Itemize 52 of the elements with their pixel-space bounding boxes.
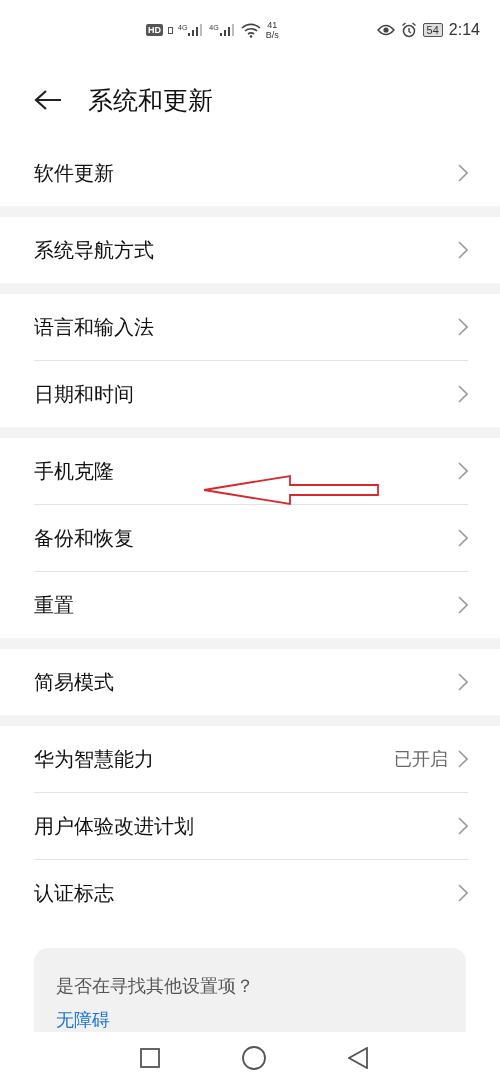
home-button[interactable] bbox=[242, 1046, 266, 1070]
clock: 2:14 bbox=[448, 21, 480, 39]
wifi-icon bbox=[240, 22, 261, 38]
settings-row[interactable]: 华为智慧能力 已开启 bbox=[34, 726, 468, 793]
chevron-icon bbox=[458, 673, 468, 691]
settings-row[interactable]: 备份和恢复 bbox=[34, 505, 468, 572]
accessibility-link[interactable]: 无障碍 bbox=[56, 1008, 110, 1032]
speed-value: 41 bbox=[267, 20, 278, 30]
chevron-icon bbox=[458, 884, 468, 902]
page-title: 系统和更新 bbox=[88, 84, 213, 117]
hint-question: 是否在寻找其他设置项？ bbox=[56, 974, 255, 998]
chevron-icon bbox=[458, 750, 468, 768]
row-label: 重置 bbox=[34, 591, 74, 619]
settings-row[interactable]: 认证标志 bbox=[34, 860, 468, 926]
recents-button[interactable] bbox=[140, 1048, 160, 1068]
row-label: 系统导航方式 bbox=[34, 236, 154, 264]
row-label: 语言和输入法 bbox=[34, 313, 154, 341]
chevron-icon bbox=[458, 318, 468, 336]
chevron-icon bbox=[458, 529, 468, 547]
settings-row[interactable]: 用户体验改进计划 bbox=[34, 793, 468, 860]
chevron-icon bbox=[458, 817, 468, 835]
eye-icon bbox=[376, 24, 395, 36]
settings-row[interactable]: 简易模式 bbox=[34, 649, 468, 715]
row-value: 已开启 bbox=[394, 747, 448, 771]
signal-icon bbox=[219, 24, 236, 36]
alarm-icon bbox=[400, 22, 417, 38]
back-button[interactable] bbox=[34, 89, 62, 111]
row-label: 日期和时间 bbox=[34, 380, 134, 408]
settings-row[interactable]: 系统导航方式 bbox=[34, 217, 468, 283]
row-label: 认证标志 bbox=[34, 879, 114, 907]
row-label: 用户体验改进计划 bbox=[34, 812, 194, 840]
chevron-icon bbox=[458, 241, 468, 259]
chevron-icon bbox=[458, 385, 468, 403]
settings-row[interactable]: 软件更新 bbox=[34, 140, 468, 206]
sim-icon bbox=[168, 26, 173, 34]
row-label: 华为智慧能力 bbox=[34, 745, 154, 773]
hd-badge: HD bbox=[146, 24, 163, 36]
row-label: 手机克隆 bbox=[34, 457, 114, 485]
back-nav-button[interactable] bbox=[348, 1047, 368, 1069]
battery-indicator: 54 bbox=[422, 23, 443, 37]
chevron-icon bbox=[458, 164, 468, 182]
chevron-icon bbox=[458, 462, 468, 480]
row-label: 备份和恢复 bbox=[34, 524, 134, 552]
settings-row[interactable]: 语言和输入法 bbox=[34, 294, 468, 361]
row-label: 软件更新 bbox=[34, 159, 114, 187]
signal-icon bbox=[188, 24, 205, 36]
settings-row[interactable]: 手机克隆 bbox=[34, 438, 468, 505]
settings-row[interactable]: 日期和时间 bbox=[34, 361, 468, 427]
row-label: 简易模式 bbox=[34, 668, 114, 696]
chevron-icon bbox=[458, 596, 468, 614]
settings-row[interactable]: 重置 bbox=[34, 572, 468, 638]
speed-unit: B/s bbox=[265, 30, 279, 40]
